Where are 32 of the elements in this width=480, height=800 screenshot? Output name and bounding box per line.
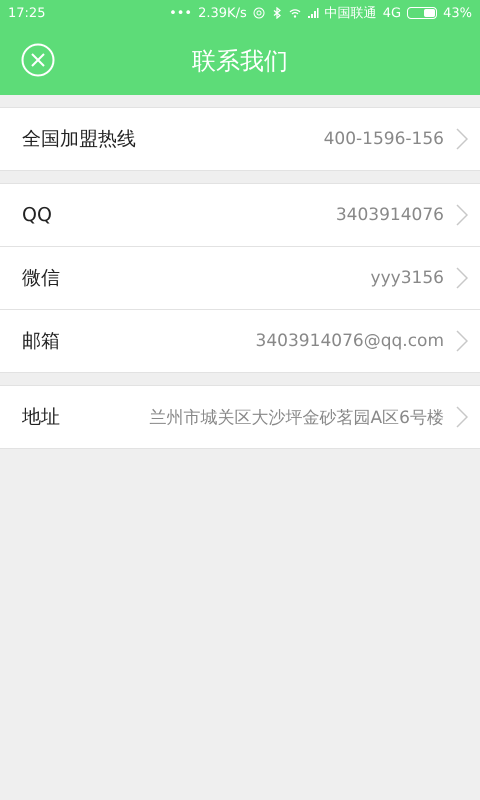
contact-label: QQ [22, 204, 52, 226]
contact-value: 兰州市城关区大沙坪金砂茗园A区6号楼 [148, 406, 444, 428]
more-dots: ••• [169, 6, 192, 20]
contact-row[interactable]: 微信 yyy3156 [0, 246, 480, 309]
chevron-icon [456, 204, 468, 226]
hotspot-icon [252, 7, 265, 19]
chevron-icon [456, 128, 468, 150]
signal-icon [306, 7, 319, 19]
contact-label: 全国加盟热线 [22, 127, 136, 152]
wifi-icon [288, 7, 301, 19]
chevron-icon [456, 267, 468, 289]
chevron-icon [456, 406, 468, 428]
contact-row[interactable]: 邮箱 3403914076@qq.com [0, 309, 480, 372]
contact-label: 地址 [22, 405, 60, 430]
page-title: 联系我们 [192, 46, 288, 76]
close-icon[interactable] [21, 43, 55, 77]
contact-label: 邮箱 [22, 329, 60, 354]
contact-row[interactable]: QQ 3403914076 [0, 184, 480, 246]
contact-label: 微信 [22, 266, 60, 291]
battery-percent: 43% [443, 6, 472, 20]
clock: 17:25 [8, 6, 46, 20]
carrier-name: 中国联通 [324, 5, 377, 22]
contact-value: 3403914076@qq.com [254, 331, 444, 351]
network-type: 4G [382, 6, 402, 20]
battery-icon [407, 7, 438, 19]
chevron-icon [456, 330, 468, 352]
contact-value: 3403914076 [334, 205, 444, 225]
contact-value: yyy3156 [370, 268, 444, 288]
contact-row[interactable]: 全国加盟热线 400-1596-156 [0, 108, 480, 170]
contact-value: 400-1596-156 [322, 129, 444, 149]
contact-row[interactable]: 地址 兰州市城关区大沙坪金砂茗园A区6号楼 [0, 386, 480, 448]
network-speed: 2.39K/s [198, 6, 247, 20]
